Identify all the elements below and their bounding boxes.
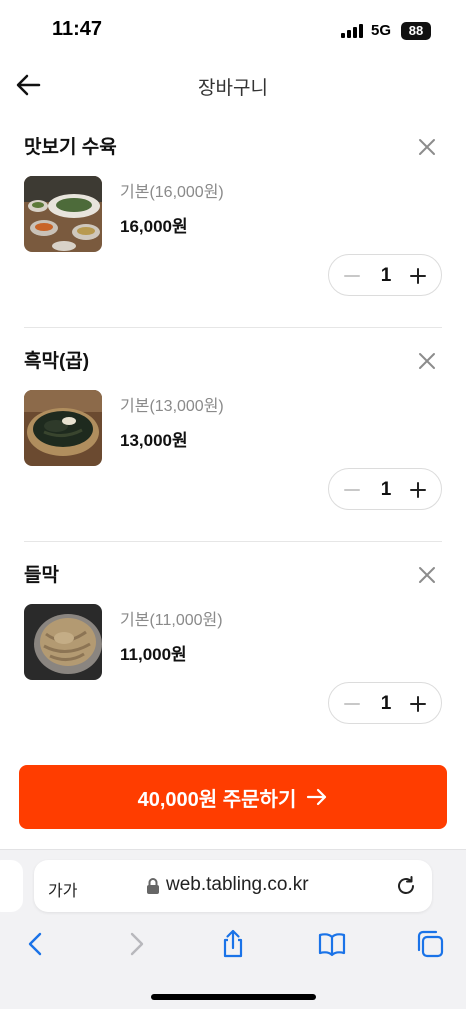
item-thumbnail [24, 390, 102, 466]
item-thumbnail [24, 176, 102, 252]
quantity-stepper: 1 [328, 682, 442, 724]
tabs-icon[interactable] [414, 928, 446, 960]
close-icon[interactable] [416, 350, 438, 372]
minus-icon[interactable] [341, 479, 363, 501]
browser-toolbar: 가가 web.tabling.co.kr [0, 849, 466, 1009]
plus-icon[interactable] [407, 265, 429, 287]
quantity-value: 1 [380, 265, 392, 286]
cart-item: 맛보기 수육 기본(16,000원) 16,000원 1 [24, 114, 442, 328]
bookmarks-icon[interactable] [316, 928, 348, 960]
item-thumbnail [24, 604, 102, 680]
home-indicator [151, 994, 316, 1000]
chevron-left-icon[interactable] [20, 928, 52, 960]
minus-icon[interactable] [341, 693, 363, 715]
chevron-right-icon[interactable] [120, 928, 152, 960]
network-type: 5G [371, 22, 392, 39]
item-option: 기본(13,000원) [120, 398, 224, 415]
status-time: 11:47 [52, 18, 103, 40]
header: 장바구니 [0, 60, 466, 112]
battery-icon: 88 [401, 22, 431, 40]
minus-icon[interactable] [341, 265, 363, 287]
status-bar: 11:47 5G 88 [0, 0, 466, 60]
item-price: 13,000원 [120, 431, 188, 450]
page-title: 장바구니 [198, 78, 268, 99]
order-button-label: 40,000원 주문하기 [137, 788, 297, 811]
item-price: 11,000원 [120, 645, 187, 664]
quantity-value: 1 [380, 479, 392, 500]
previous-tab[interactable] [0, 860, 23, 912]
quantity-value: 1 [380, 693, 392, 714]
item-name: 들막 [24, 565, 59, 586]
signal-icon [341, 24, 365, 38]
url-text: web.tabling.co.kr [166, 874, 309, 895]
plus-icon[interactable] [407, 693, 429, 715]
order-button[interactable]: 40,000원 주문하기 [19, 765, 447, 829]
reload-icon[interactable] [394, 874, 418, 898]
share-icon[interactable] [217, 928, 249, 960]
close-icon[interactable] [416, 136, 438, 158]
item-name: 맛보기 수육 [24, 137, 117, 158]
arrow-right-icon [307, 788, 327, 806]
close-icon[interactable] [416, 564, 438, 586]
item-price: 16,000원 [120, 217, 188, 236]
lock-icon [146, 877, 160, 895]
plus-icon[interactable] [407, 479, 429, 501]
address-bar[interactable]: 가가 web.tabling.co.kr [34, 860, 432, 912]
quantity-stepper: 1 [328, 468, 442, 510]
cart-item: 흑막(곱) 기본(13,000원) 13,000원 1 [24, 328, 442, 542]
item-option: 기본(16,000원) [120, 184, 224, 201]
item-option: 기본(11,000원) [120, 612, 223, 629]
reader-settings-button[interactable]: 가가 [48, 877, 77, 901]
quantity-stepper: 1 [328, 254, 442, 296]
item-name: 흑막(곱) [24, 351, 90, 372]
cart-item: 들막 기본(11,000원) 11,000원 1 [24, 542, 442, 756]
